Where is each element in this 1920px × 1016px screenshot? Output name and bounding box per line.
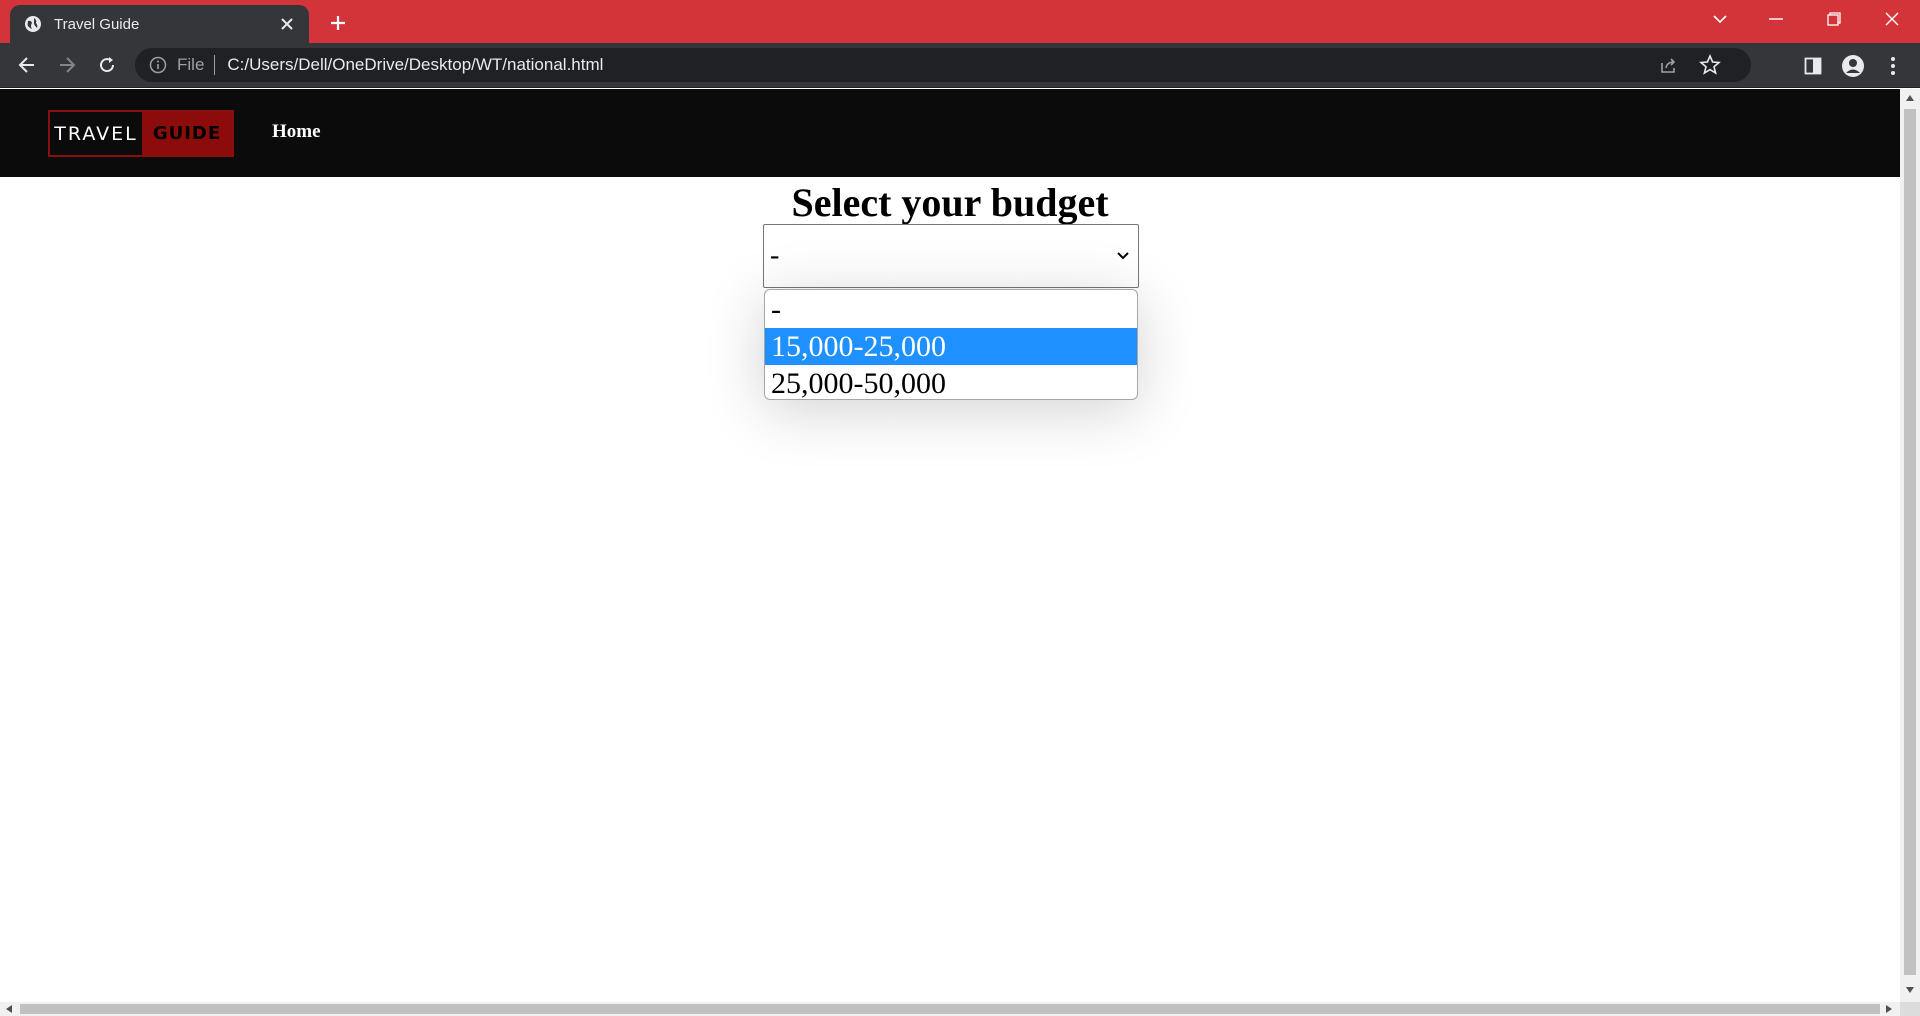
scroll-right-icon[interactable] <box>1886 1005 1892 1013</box>
budget-dropdown-list: - 15,000-25,000 25,000-50,000 <box>764 289 1138 400</box>
budget-select-value: - <box>770 240 780 271</box>
vertical-scroll-thumb[interactable] <box>1904 109 1916 975</box>
site-navbar: TRAVEL GUIDE Home <box>0 89 1900 177</box>
page-viewport: TRAVEL GUIDE Home Select your budget - -… <box>0 89 1900 1002</box>
globe-icon <box>24 15 42 33</box>
budget-option[interactable]: - <box>765 291 1137 328</box>
browser-toolbar: File C:/Users/Dell/OneDrive/Desktop/WT/n… <box>0 43 1920 88</box>
menu-kebab-icon[interactable] <box>1880 53 1906 79</box>
info-icon[interactable] <box>149 56 167 74</box>
scroll-up-icon[interactable] <box>1906 95 1914 101</box>
side-panel-icon[interactable] <box>1800 53 1826 79</box>
scroll-left-icon[interactable] <box>6 1005 12 1013</box>
minimize-icon[interactable] <box>1748 0 1804 38</box>
horizontal-scroll-thumb[interactable] <box>20 1004 1880 1014</box>
budget-option[interactable]: 25,000-50,000 <box>765 365 1137 399</box>
bookmark-star-icon[interactable] <box>1699 54 1721 76</box>
tab-title: Travel Guide <box>54 15 140 33</box>
scroll-down-icon[interactable] <box>1906 987 1914 993</box>
budget-select[interactable]: - <box>763 224 1139 288</box>
scrollbar-corner <box>1900 1002 1920 1016</box>
address-scheme-label: File <box>177 55 205 74</box>
address-separator <box>214 55 216 75</box>
back-icon[interactable] <box>11 49 43 81</box>
url-text[interactable]: C:/Users/Dell/OneDrive/Desktop/WT/nation… <box>227 55 603 75</box>
address-bar[interactable]: File C:/Users/Dell/OneDrive/Desktop/WT/n… <box>135 48 1751 82</box>
tab-search-icon[interactable] <box>1692 0 1748 38</box>
forward-icon[interactable] <box>51 49 83 81</box>
nav-home-link[interactable]: Home <box>272 121 321 143</box>
vertical-scrollbar[interactable] <box>1900 89 1920 1002</box>
chevron-down-icon <box>1114 247 1132 265</box>
profile-avatar-icon[interactable] <box>1840 53 1866 79</box>
tab-close-icon[interactable] <box>275 12 299 36</box>
logo-travel-text: TRAVEL <box>50 112 142 155</box>
tab-strip: Travel Guide <box>0 0 1920 43</box>
page-title: Select your budget <box>791 180 1109 225</box>
horizontal-scrollbar[interactable] <box>0 1002 1900 1016</box>
new-tab-icon[interactable] <box>324 9 352 37</box>
browser-tab[interactable]: Travel Guide <box>10 5 309 43</box>
close-window-icon[interactable] <box>1864 0 1920 38</box>
restore-icon[interactable] <box>1806 0 1862 38</box>
budget-option-highlighted[interactable]: 15,000-25,000 <box>765 328 1137 365</box>
site-logo[interactable]: TRAVEL GUIDE <box>48 110 234 157</box>
share-icon[interactable] <box>1659 55 1679 75</box>
reload-icon[interactable] <box>91 49 123 81</box>
logo-guide-text: GUIDE <box>142 112 232 155</box>
